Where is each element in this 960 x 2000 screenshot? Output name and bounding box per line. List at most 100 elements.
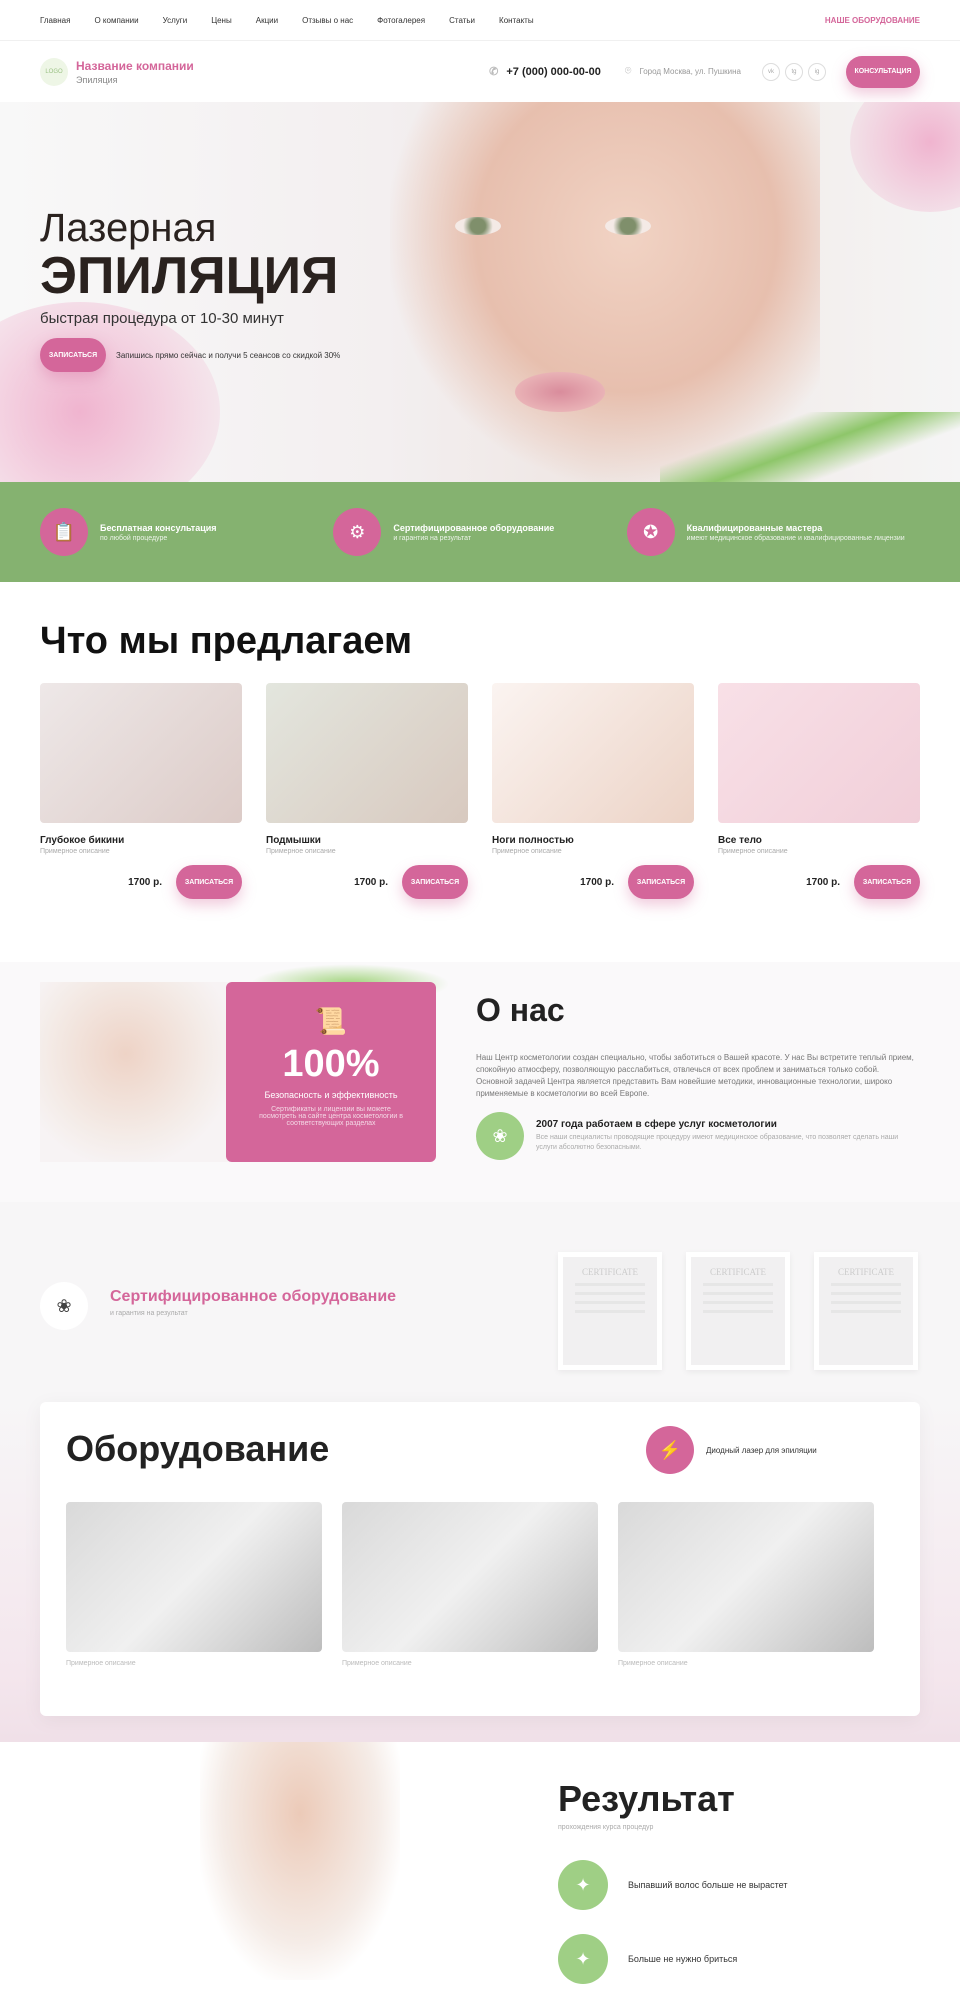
hero-book-button[interactable]: Записаться xyxy=(40,338,106,372)
device-icon: ⚙ xyxy=(333,508,382,556)
certificate-label: CERTIFICATE xyxy=(710,1267,766,1277)
service-card[interactable]: Все тело Примерное описание 1700 р. Запис… xyxy=(718,683,920,899)
service-book-button[interactable]: Записаться xyxy=(628,865,694,899)
equipment-title: Оборудование xyxy=(66,1428,330,1469)
nav-articles[interactable]: Статьи xyxy=(449,16,475,25)
service-name[interactable]: Глубокое бикини xyxy=(40,835,242,846)
award-icon: ✪ xyxy=(626,508,675,556)
service-card[interactable]: Ноги полностью Примерное описание 1700 р… xyxy=(492,683,694,899)
service-price: 1700 р. xyxy=(354,876,388,888)
safety-label: Безопасность и эффективность xyxy=(264,1090,398,1100)
service-name[interactable]: Ноги полностью xyxy=(492,835,694,846)
result-item-text: Выпавший волос больше не вырастет xyxy=(628,1880,788,1890)
laser-device-icon: ⚡ xyxy=(646,1426,694,1474)
hero-section: Лазерная ЭПИЛЯЦИЯ быстрая процедура от 1… xyxy=(0,102,960,482)
about-text: Наш Центр косметологии создан специально… xyxy=(476,1053,914,1098)
service-desc: Примерное описание xyxy=(40,848,110,855)
service-card[interactable]: Подмышки Примерное описание 1700 р. Запис… xyxy=(266,683,468,899)
nav-services[interactable]: Услуги xyxy=(163,16,188,25)
about-model-image xyxy=(40,982,230,1162)
flower-decoration xyxy=(0,302,220,482)
service-book-button[interactable]: Записаться xyxy=(402,865,468,899)
consultation-button[interactable]: Консультация xyxy=(846,55,920,88)
feature-title: Бесплатная консультация xyxy=(100,522,217,533)
service-card[interactable]: Глубокое бикини Примерное описание 1700 … xyxy=(40,683,242,899)
result-title: Результат xyxy=(558,1778,735,1819)
equipment-image[interactable] xyxy=(66,1502,322,1652)
equipment-label: Диодный лазер для эпиляции xyxy=(706,1446,817,1455)
service-image[interactable] xyxy=(40,683,242,823)
service-desc: Примерное описание xyxy=(492,848,562,855)
location-pin-icon: ⌾ xyxy=(624,65,632,77)
instagram-icon[interactable]: ig xyxy=(808,62,826,81)
result-sub: прохождения курса процедур xyxy=(558,1824,654,1831)
offer-title: Что мы предлагаем xyxy=(40,620,413,662)
service-cards: Глубокое бикини Примерное описание 1700 … xyxy=(40,683,920,899)
certificates-sub: и гарантия на результат xyxy=(110,1310,188,1317)
nav-promo[interactable]: Акции xyxy=(256,16,278,25)
service-price: 1700 р. xyxy=(806,876,840,888)
certificate-thumbnail[interactable]: CERTIFICATE xyxy=(558,1252,662,1370)
experience-desc: Все наши специалисты проводящие процедур… xyxy=(536,1134,899,1151)
experience-block: ❀ 2007 года работаем в сфере услуг косме… xyxy=(476,1112,906,1160)
document-icon: 📜 xyxy=(314,1006,348,1036)
service-image[interactable] xyxy=(718,683,920,823)
service-name[interactable]: Подмышки xyxy=(266,835,468,846)
nav-about[interactable]: О компании xyxy=(94,16,138,25)
feature-equipment: ⚙ Сертифицированное оборудование и гарант… xyxy=(333,508,626,556)
equipment-caption: Примерное описание xyxy=(618,1660,688,1667)
about-title: О нас xyxy=(476,992,565,1028)
phone-number[interactable]: +7 (000) 000-00-00 xyxy=(506,66,600,78)
service-price: 1700 р. xyxy=(580,876,614,888)
vk-icon[interactable]: vk xyxy=(762,62,780,81)
result-item: ✦ Выпавший волос больше не вырастет xyxy=(558,1860,787,1910)
service-image[interactable] xyxy=(492,683,694,823)
nav-reviews[interactable]: Отзывы о нас xyxy=(302,16,353,25)
result-section: Результат прохождения курса процедур ✦ В… xyxy=(0,1742,960,1984)
result-model-image xyxy=(200,1742,400,1980)
site-header: LOGO Название компании Эпиляция ✆ +7 (000… xyxy=(0,40,960,102)
hero-lips xyxy=(515,372,605,412)
top-navigation: Главная О компании Услуги Цены Акции Отз… xyxy=(0,0,960,40)
service-book-button[interactable]: Записаться xyxy=(176,865,242,899)
company-subtitle: Эпиляция xyxy=(76,74,118,85)
brand: Название компании Эпиляция xyxy=(76,59,194,85)
razor-icon: ✦ xyxy=(558,1934,608,1984)
telegram-icon[interactable]: tg xyxy=(785,62,803,81)
result-item: ✦ Больше не нужно бриться xyxy=(558,1934,737,1984)
phone[interactable]: ✆ +7 (000) 000-00-00 xyxy=(489,65,601,79)
equipment-image[interactable] xyxy=(342,1502,598,1652)
nav-prices[interactable]: Цены xyxy=(211,16,232,25)
service-desc: Примерное описание xyxy=(718,848,788,855)
service-book-button[interactable]: Записаться xyxy=(854,865,920,899)
nav-equipment-link[interactable]: НАШЕ ОБОРУДОВАНИЕ xyxy=(825,16,920,25)
feature-title: Квалифицированные мастера xyxy=(686,522,823,533)
lotus-icon: ❀ xyxy=(40,1282,88,1330)
certificate-thumbnail[interactable]: CERTIFICATE xyxy=(814,1252,918,1370)
logo[interactable]: LOGO xyxy=(40,57,68,86)
lotus-icon: ❀ xyxy=(476,1112,524,1160)
result-item-text: Больше не нужно бриться xyxy=(628,1954,738,1964)
nav-home[interactable]: Главная xyxy=(40,16,70,25)
equipment-image[interactable] xyxy=(618,1502,874,1652)
hero-note: Запишись прямо сейчас и получи 5 сеансов… xyxy=(116,351,341,360)
equipment-caption: Примерное описание xyxy=(342,1660,412,1667)
service-name[interactable]: Все тело xyxy=(718,835,920,846)
certificates-title: Сертифицированное оборудование xyxy=(110,1288,397,1305)
nav-contacts[interactable]: Контакты xyxy=(499,16,534,25)
certificate-label: CERTIFICATE xyxy=(838,1267,894,1277)
feature-title: Сертифицированное оборудование xyxy=(393,522,555,533)
address: ⌾ Город Москва, ул. Пушкина xyxy=(625,65,741,78)
nav-gallery[interactable]: Фотогалерея xyxy=(377,16,425,25)
equipment-caption: Примерное описание xyxy=(66,1660,136,1667)
feature-masters: ✪ Квалифицированные мастера имеют медицин… xyxy=(626,508,920,556)
flower-decoration xyxy=(850,102,960,212)
service-image[interactable] xyxy=(266,683,468,823)
feature-consultation: 📋 Бесплатная консультация по любой процед… xyxy=(40,508,333,556)
certificates-section: ❀ Сертифицированное оборудование и гаран… xyxy=(0,1202,960,1402)
company-name[interactable]: Название компании xyxy=(76,59,194,73)
social-links: vk tg ig xyxy=(757,62,826,81)
certificate-thumbnail[interactable]: CERTIFICATE xyxy=(686,1252,790,1370)
certificate-label: CERTIFICATE xyxy=(582,1267,638,1277)
equipment-section: Оборудование ⚡ Диодный лазер для эпиляци… xyxy=(0,1402,960,1742)
